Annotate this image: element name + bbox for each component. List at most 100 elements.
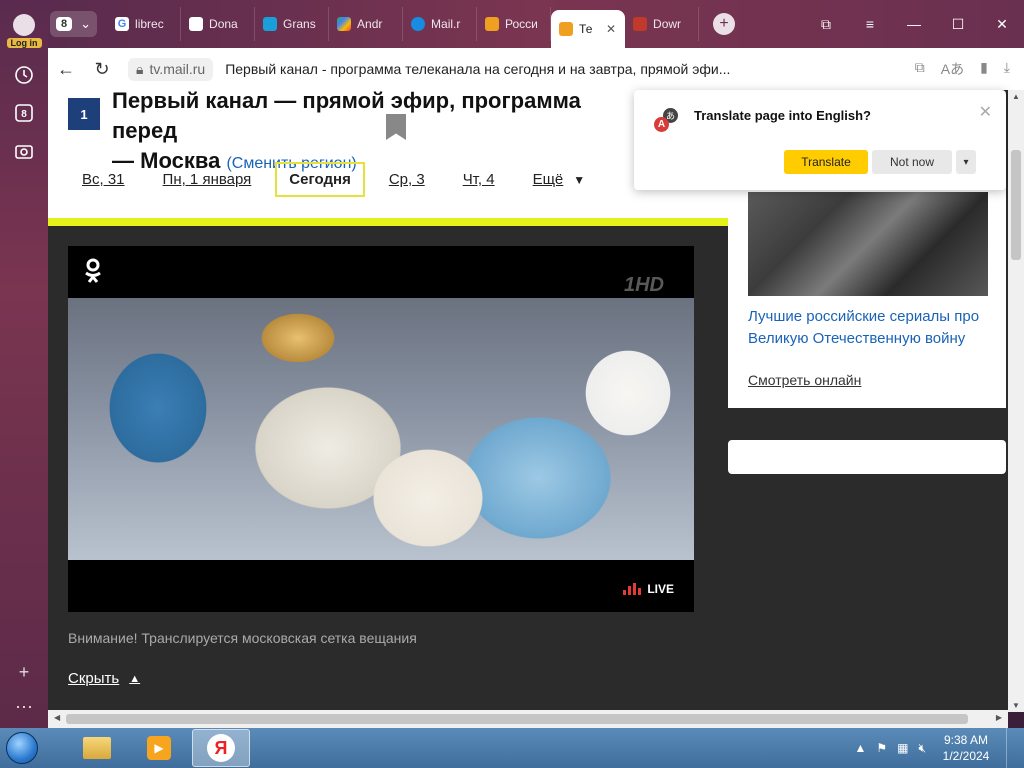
start-button[interactable] <box>0 728 44 768</box>
day-tab-wed[interactable]: Ср, 3 <box>389 171 425 188</box>
url-pill[interactable]: 🔒︎ tv.mail.ru <box>128 57 214 81</box>
translate-icon-a: A <box>654 117 669 132</box>
vertical-scrollbar[interactable]: ▲ ▼ <box>1008 90 1024 712</box>
channel-hd-watermark: 1HD <box>623 274 664 296</box>
back-button[interactable]: ← <box>48 59 84 80</box>
bookmark-icon[interactable]: ▮ <box>980 59 988 79</box>
more-dots-icon[interactable]: ⋯ <box>15 697 33 718</box>
close-icon[interactable]: ✕ <box>979 102 992 122</box>
tab-label: Dowr <box>653 17 682 31</box>
menu-icon[interactable]: ≡ <box>848 16 892 33</box>
hide-label: Скрыть <box>68 670 120 687</box>
tab-label: librec <box>135 17 164 31</box>
watch-online-link[interactable]: Смотреть онлайн <box>748 372 861 388</box>
tab-librec[interactable]: G librec <box>107 7 182 41</box>
login-badge[interactable]: Log in <box>6 38 42 48</box>
scrollbar-thumb[interactable] <box>1011 150 1021 260</box>
tab-dona[interactable]: Dona <box>181 7 256 41</box>
mail-icon <box>411 17 426 31</box>
browser-sidebar: Log in 8 + ⋯ <box>0 0 48 728</box>
clock-time: 9:38 AM <box>943 733 989 747</box>
tab-count-button[interactable]: 8 ⌄ <box>50 11 98 37</box>
day-tab-mon[interactable]: Пн, 1 января <box>163 171 252 188</box>
translate-popup: あ A Translate page into English? ✕ Trans… <box>634 90 1006 190</box>
ad-image[interactable] <box>748 192 988 296</box>
video-player[interactable]: 1HD LIVE <box>68 246 694 612</box>
clock-date: 1/2/2024 <box>942 749 990 763</box>
screenshot-icon[interactable] <box>13 140 35 162</box>
taskbar-media-player[interactable]: ▶ <box>130 729 188 767</box>
tab-strip: 8 ⌄ G librec Dona Grans Andr Mail.r Росс… <box>48 0 1024 48</box>
profile-avatar-icon[interactable] <box>13 14 35 36</box>
translate-button[interactable]: Translate <box>784 150 868 174</box>
not-now-button[interactable]: Not now <box>872 150 952 174</box>
scroll-right-icon[interactable]: ▶ <box>996 713 1002 722</box>
lock-icon[interactable]: 🔒︎ <box>136 61 143 78</box>
close-tab-icon[interactable]: ✕ <box>606 22 616 36</box>
tab-russia[interactable]: Росси <box>477 7 552 41</box>
translate-icon[interactable]: Aあ <box>941 59 964 79</box>
day-tab-today[interactable]: Сегодня <box>275 162 365 197</box>
scroll-left-icon[interactable]: ◀ <box>54 713 60 722</box>
add-panel-icon[interactable]: + <box>19 662 30 683</box>
accent-divider <box>48 218 728 226</box>
maximize-button[interactable]: ☐ <box>936 16 980 33</box>
taskbar-explorer[interactable] <box>68 729 126 767</box>
channel-logo: 1 <box>68 98 100 130</box>
volume-muted-icon[interactable]: 🔇︎ <box>918 741 926 756</box>
tab-label: Dona <box>209 17 238 31</box>
network-icon[interactable]: ▦ <box>897 741 908 755</box>
system-tray: ▲ ⚑ ▦ 🔇︎ 9:38 AM 1/2/2024 <box>854 728 1024 768</box>
minimize-button[interactable]: — <box>892 16 936 33</box>
video-frame[interactable] <box>68 298 694 560</box>
tab-download[interactable]: Dowr <box>625 7 700 41</box>
caret-up-icon: ▲ <box>129 672 141 685</box>
site-icon <box>633 17 648 31</box>
odnoklassniki-icon[interactable] <box>84 258 102 290</box>
address-bar: ← ↻ 🔒︎ tv.mail.ru Первый канал - програм… <box>48 48 1024 90</box>
tab-label: Mail.r <box>431 17 461 31</box>
day-tab-more[interactable]: Ещё <box>533 171 564 188</box>
broadcast-notice: Внимание! Транслируется московская сетка… <box>68 630 417 646</box>
show-hidden-icons-icon[interactable]: ▲ <box>854 741 866 755</box>
tab-counter-icon[interactable]: 8 <box>13 102 35 124</box>
bookmarks-panel-icon[interactable]: ⧉ <box>804 16 848 33</box>
tab-grans[interactable]: Grans <box>255 7 330 41</box>
page-title-in-address[interactable]: Первый канал - программа телеканала на с… <box>225 61 795 77</box>
window-controls: ⧉ ≡ — ☐ ✕ <box>804 16 1024 33</box>
horizontal-scrollbar[interactable]: ◀ ▶ <box>48 710 1008 728</box>
download-icon[interactable]: ⤓ <box>1004 59 1010 79</box>
scroll-up-icon[interactable]: ▲ <box>1008 92 1024 101</box>
hide-player-link[interactable]: Скрыть ▲ <box>68 670 140 687</box>
chevron-down-icon: ⌄ <box>80 16 92 31</box>
site-icon <box>263 17 278 31</box>
tab-tv-active[interactable]: Те ✕ <box>551 10 626 48</box>
new-tab-button[interactable]: + <box>713 13 736 35</box>
history-icon[interactable] <box>13 64 35 86</box>
ad-headline[interactable]: Лучшие российские сериалы про Великую От… <box>748 306 988 350</box>
tab-label: Те <box>579 22 593 36</box>
tab-count-badge: 8 <box>56 17 73 31</box>
tab-android[interactable]: Andr <box>329 7 404 41</box>
tv-icon <box>559 22 574 36</box>
scroll-down-icon[interactable]: ▼ <box>1008 701 1024 710</box>
reader-mode-icon[interactable]: ⧉ <box>915 59 925 79</box>
yandex-browser-icon: Я <box>207 734 235 762</box>
close-window-button[interactable]: ✕ <box>980 16 1024 33</box>
day-tab-sun[interactable]: Вс, 31 <box>82 171 125 188</box>
windows-taskbar: ▶ Я ▲ ⚑ ▦ 🔇︎ 9:38 AM 1/2/2024 <box>0 728 1024 768</box>
google-icon: G <box>115 17 130 31</box>
reload-button[interactable]: ↻ <box>84 59 120 80</box>
tab-label: Росси <box>505 17 538 31</box>
document-icon <box>189 17 204 31</box>
day-tab-thu[interactable]: Чт, 4 <box>463 171 495 188</box>
show-desktop-button[interactable] <box>1006 728 1016 768</box>
clock[interactable]: 9:38 AM 1/2/2024 <box>936 732 996 764</box>
action-center-icon[interactable]: ⚑ <box>876 741 887 755</box>
chevron-down-icon[interactable]: ▾ <box>956 150 976 174</box>
tab-mail[interactable]: Mail.r <box>403 7 478 41</box>
play-store-icon <box>337 17 352 31</box>
scrollbar-thumb[interactable] <box>66 714 968 724</box>
caret-down-icon[interactable]: ▼ <box>573 173 585 187</box>
taskbar-yandex-browser[interactable]: Я <box>192 729 250 767</box>
